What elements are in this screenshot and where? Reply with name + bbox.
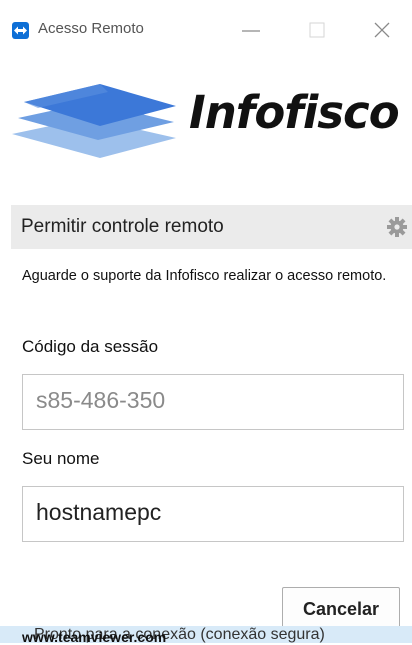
user-name-label: Seu nome	[22, 449, 100, 468]
maximize-button[interactable]	[300, 12, 336, 48]
minimize-button[interactable]	[234, 12, 270, 48]
section-header: Permitir controle remoto	[11, 205, 412, 249]
window-title: Acesso Remoto	[38, 20, 144, 37]
logo-layers-icon	[12, 84, 176, 158]
teamviewer-icon	[12, 22, 29, 39]
session-code-label: Código da sessão	[22, 337, 159, 356]
info-message: Aguarde o suporte da Infofisco realizar …	[22, 268, 387, 284]
cancel-button[interactable]: Cancelar	[282, 587, 400, 631]
close-button[interactable]	[364, 12, 400, 48]
infofisco-logo: Infofisco	[8, 72, 412, 172]
session-code-field[interactable]: s85-486-350	[22, 374, 404, 430]
brand-name: Infofisco	[189, 86, 400, 139]
user-name-field[interactable]: hostnamepc	[22, 486, 404, 542]
title-bar: Acesso Remoto	[0, 0, 412, 58]
gear-icon[interactable]	[386, 216, 408, 238]
section-title: Permitir controle remoto	[21, 216, 224, 237]
